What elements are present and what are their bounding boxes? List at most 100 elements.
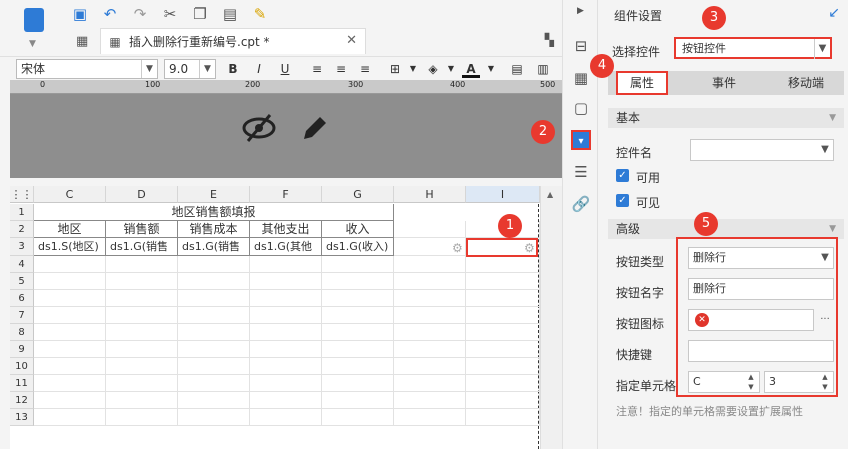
- data-cell[interactable]: ds1.G(收入): [322, 238, 394, 256]
- empty-cell[interactable]: [34, 358, 106, 375]
- border-icon[interactable]: ⊞: [386, 60, 404, 78]
- advanced-section-header[interactable]: 高级 ▼: [608, 219, 844, 239]
- empty-cell[interactable]: [34, 307, 106, 324]
- sheet-icon[interactable]: ▦: [76, 34, 88, 49]
- empty-cell[interactable]: [466, 290, 540, 307]
- row-header[interactable]: 13: [10, 409, 34, 426]
- empty-cell[interactable]: [34, 392, 106, 409]
- freeze-icon[interactable]: ▤: [508, 60, 526, 78]
- row-header[interactable]: 4: [10, 256, 34, 273]
- data-cell[interactable]: ds1.G(销售: [178, 238, 250, 256]
- empty-cell[interactable]: [106, 392, 178, 409]
- layout-icon[interactable]: ▥: [534, 60, 552, 78]
- empty-cell[interactable]: [250, 307, 322, 324]
- empty-cell[interactable]: [466, 324, 540, 341]
- empty-cell[interactable]: [466, 392, 540, 409]
- empty-cell[interactable]: [178, 341, 250, 358]
- shortcut-input[interactable]: [688, 340, 834, 362]
- empty-cell[interactable]: [394, 392, 466, 409]
- chevron-up-icon[interactable]: ▲: [547, 190, 553, 199]
- row-header[interactable]: 7: [10, 307, 34, 324]
- empty-cell[interactable]: [106, 409, 178, 426]
- empty-cell[interactable]: [34, 341, 106, 358]
- underline-button[interactable]: U: [276, 60, 294, 78]
- empty-cell[interactable]: [322, 341, 394, 358]
- button-icon-field[interactable]: ✕: [688, 309, 814, 331]
- align-right-icon[interactable]: ≡: [356, 60, 374, 78]
- empty-cell[interactable]: [394, 409, 466, 426]
- empty-cell[interactable]: [250, 256, 322, 273]
- empty-cell[interactable]: [394, 375, 466, 392]
- row-header[interactable]: 9: [10, 341, 34, 358]
- align-left-icon[interactable]: ≡: [308, 60, 326, 78]
- empty-cell[interactable]: [34, 324, 106, 341]
- empty-cell[interactable]: [106, 358, 178, 375]
- empty-cell[interactable]: [394, 307, 466, 324]
- tab-mobile[interactable]: 移动端: [768, 71, 844, 95]
- app-menu[interactable]: ▼: [8, 4, 60, 54]
- header-cell[interactable]: 收入: [322, 221, 394, 238]
- basic-section-header[interactable]: 基本 ▼: [608, 108, 844, 128]
- empty-cell[interactable]: [178, 290, 250, 307]
- empty-cell[interactable]: [322, 358, 394, 375]
- more-button[interactable]: ···: [816, 309, 834, 331]
- selected-cell-i3[interactable]: [466, 238, 538, 257]
- empty-cell[interactable]: [322, 409, 394, 426]
- align-center-icon[interactable]: ≡: [332, 60, 350, 78]
- empty-cell[interactable]: [250, 375, 322, 392]
- condition-icon[interactable]: ☰: [571, 162, 591, 182]
- empty-cell[interactable]: [178, 307, 250, 324]
- empty-cell[interactable]: [178, 375, 250, 392]
- column-header[interactable]: D: [106, 186, 178, 203]
- empty-cell[interactable]: [394, 358, 466, 375]
- enabled-checkbox[interactable]: ✓: [616, 169, 629, 182]
- empty-cell[interactable]: [394, 221, 466, 238]
- chevron-down-icon[interactable]: ▼: [404, 60, 422, 78]
- empty-cell[interactable]: [178, 409, 250, 426]
- empty-cell[interactable]: [394, 273, 466, 290]
- float-element-icon[interactable]: ▢: [571, 98, 591, 118]
- column-header[interactable]: H: [394, 186, 466, 203]
- edit-pencil-icon[interactable]: [300, 113, 330, 150]
- collapse-arrow-icon[interactable]: ↙: [828, 5, 840, 21]
- empty-cell[interactable]: [106, 375, 178, 392]
- column-header[interactable]: G: [322, 186, 394, 203]
- empty-cell[interactable]: [178, 358, 250, 375]
- column-header[interactable]: F: [250, 186, 322, 203]
- empty-cell[interactable]: [394, 256, 466, 273]
- empty-cell[interactable]: [106, 324, 178, 341]
- empty-cell[interactable]: [322, 256, 394, 273]
- empty-cell[interactable]: [250, 409, 322, 426]
- cell-element-icon[interactable]: ⊟: [571, 36, 591, 56]
- column-header[interactable]: C: [34, 186, 106, 203]
- empty-cell[interactable]: [394, 324, 466, 341]
- data-cell[interactable]: ds1.G(其他: [250, 238, 322, 256]
- empty-cell[interactable]: [466, 375, 540, 392]
- tab-properties[interactable]: 属性: [616, 71, 668, 95]
- target-cell-column-input[interactable]: C ▲ ▼: [688, 371, 760, 393]
- empty-cell[interactable]: [106, 290, 178, 307]
- tab-menu-icon[interactable]: ▚: [545, 33, 554, 47]
- chevron-down-icon[interactable]: ▼: [442, 60, 460, 78]
- empty-cell[interactable]: [466, 341, 540, 358]
- header-cell[interactable]: 地区: [34, 221, 106, 238]
- header-cell[interactable]: 销售成本: [178, 221, 250, 238]
- empty-cell[interactable]: [106, 256, 178, 273]
- row-header[interactable]: 12: [10, 392, 34, 409]
- empty-cell[interactable]: [250, 392, 322, 409]
- title-cell[interactable]: 地区销售额填报: [34, 204, 394, 221]
- format-painter-icon[interactable]: ✎: [250, 4, 270, 24]
- header-cell[interactable]: 其他支出: [250, 221, 322, 238]
- copy-icon[interactable]: ❐: [190, 4, 210, 24]
- empty-cell[interactable]: [322, 307, 394, 324]
- empty-cell[interactable]: [34, 375, 106, 392]
- file-tab[interactable]: ▦ 插入删除行重新编号.cpt * ✕: [100, 28, 366, 54]
- spinner-icon[interactable]: ▲ ▼: [743, 372, 759, 392]
- empty-cell[interactable]: [250, 341, 322, 358]
- empty-cell[interactable]: [250, 290, 322, 307]
- widget-settings-icon[interactable]: ▾: [571, 130, 591, 150]
- column-header-selected[interactable]: I: [466, 186, 540, 203]
- close-icon[interactable]: ✕: [346, 33, 357, 48]
- visible-checkbox[interactable]: ✓: [616, 194, 629, 207]
- empty-cell[interactable]: [250, 358, 322, 375]
